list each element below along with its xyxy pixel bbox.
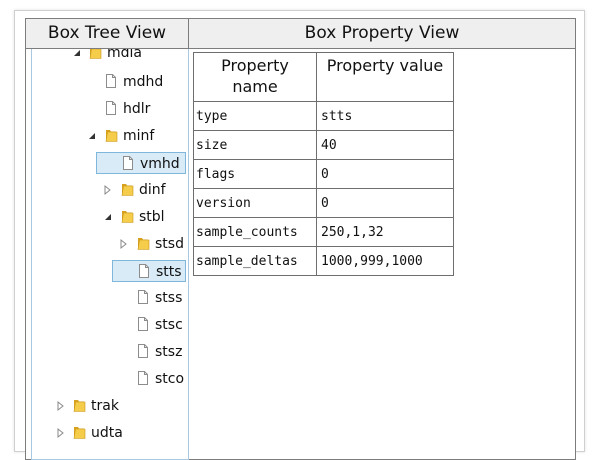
file-icon <box>135 343 151 359</box>
tree-node-udta[interactable]: udta <box>32 422 186 444</box>
tree-node-label: stbl <box>139 209 165 225</box>
file-icon <box>136 263 152 279</box>
property-name: version <box>193 188 317 218</box>
tree-node-label: minf <box>123 128 155 144</box>
property-value: 40 <box>316 130 454 160</box>
property-name: sample_counts <box>193 217 317 247</box>
property-value: 250,1,32 <box>316 217 454 247</box>
app-frame: Box Tree View Box Property View mdia mdhd… <box>14 10 585 460</box>
tree-node-stts[interactable]: stts <box>112 260 186 282</box>
collapsed-triangle-icon[interactable] <box>119 233 129 255</box>
file-icon <box>120 155 136 171</box>
tree-node-stss[interactable]: stss <box>32 287 186 309</box>
property-rows: type stts size 40 flags 0 version 0 sample_count… <box>193 101 454 276</box>
file-icon <box>103 100 119 116</box>
expanded-triangle-icon[interactable] <box>72 49 82 64</box>
property-table: Property name Property value type stts siz… <box>193 52 454 276</box>
property-row: type stts <box>193 101 454 131</box>
tree-node-stsz[interactable]: stsz <box>32 341 186 363</box>
collapsed-triangle-icon[interactable] <box>56 395 66 417</box>
tree-node-minf[interactable]: minf <box>32 125 186 147</box>
tree-node-label: stsd <box>155 236 184 252</box>
tree-node-vmhd[interactable]: vmhd <box>96 152 186 174</box>
property-name: size <box>193 130 317 160</box>
folder-icon <box>119 208 135 224</box>
property-value: 0 <box>316 159 454 189</box>
property-row: sample_counts 250,1,32 <box>193 217 454 247</box>
tree-node-label: mdia <box>107 49 142 61</box>
collapsed-triangle-icon[interactable] <box>56 422 66 444</box>
box-tree[interactable]: mdia mdhd hdlr minf vmhd dinf stbl stsd stts stss… <box>31 49 189 460</box>
property-value: 0 <box>316 188 454 218</box>
box-tree-view-title: Box Tree View <box>47 23 167 43</box>
collapsed-triangle-icon[interactable] <box>103 179 113 201</box>
folder-icon <box>135 235 151 251</box>
tree-node-stsd[interactable]: stsd <box>32 233 186 255</box>
property-value: 1000,999,1000 <box>316 246 454 276</box>
tree-node-label: udta <box>91 425 123 441</box>
expanded-triangle-icon[interactable] <box>103 206 113 228</box>
tree-node-label: vmhd <box>140 156 180 172</box>
folder-icon <box>87 49 103 60</box>
folder-icon <box>103 127 119 143</box>
tree-node-label: stsz <box>155 344 183 360</box>
property-row: sample_deltas 1000,999,1000 <box>193 246 454 276</box>
tree-node-label: stsc <box>155 317 183 333</box>
tree-node-hdlr[interactable]: hdlr <box>32 98 186 120</box>
property-name: type <box>193 101 317 131</box>
folder-icon <box>119 181 135 197</box>
folder-icon <box>71 424 87 440</box>
tree-node-label: dinf <box>139 182 166 198</box>
tree-node-mdhd[interactable]: mdhd <box>32 71 186 93</box>
tree-node-trak[interactable]: trak <box>32 395 186 417</box>
property-name: flags <box>193 159 317 189</box>
property-row: flags 0 <box>193 159 454 189</box>
tree-node-label: mdhd <box>123 74 164 90</box>
file-icon <box>135 316 151 332</box>
file-icon <box>103 73 119 89</box>
expanded-triangle-icon[interactable] <box>87 125 97 147</box>
tree-node-mdia[interactable]: mdia <box>32 49 186 64</box>
tree-node-label: hdlr <box>123 101 151 117</box>
file-icon <box>135 289 151 305</box>
column-header-property-name: Property name <box>193 52 317 102</box>
property-name: sample_deltas <box>193 246 317 276</box>
property-table-header: Property name Property value <box>193 52 454 102</box>
file-icon <box>135 370 151 386</box>
column-header-property-value: Property value <box>316 52 454 102</box>
property-row: size 40 <box>193 130 454 160</box>
tree-node-stsc[interactable]: stsc <box>32 314 186 336</box>
tree-node-label: stss <box>155 290 183 306</box>
box-property-view-title: Box Property View <box>304 23 460 43</box>
tree-node-label: stts <box>156 264 182 280</box>
property-row: version 0 <box>193 188 454 218</box>
folder-icon <box>71 397 87 413</box>
tree-node-label: stco <box>155 371 185 387</box>
panel-header: Box Tree View Box Property View <box>26 19 575 49</box>
tree-node-dinf[interactable]: dinf <box>32 179 186 201</box>
tree-node-stbl[interactable]: stbl <box>32 206 186 228</box>
tree-node-stco[interactable]: stco <box>32 368 186 390</box>
panel: Box Tree View Box Property View mdia mdhd… <box>25 18 576 460</box>
property-value: stts <box>316 101 454 131</box>
tree-node-label: trak <box>91 398 119 414</box>
